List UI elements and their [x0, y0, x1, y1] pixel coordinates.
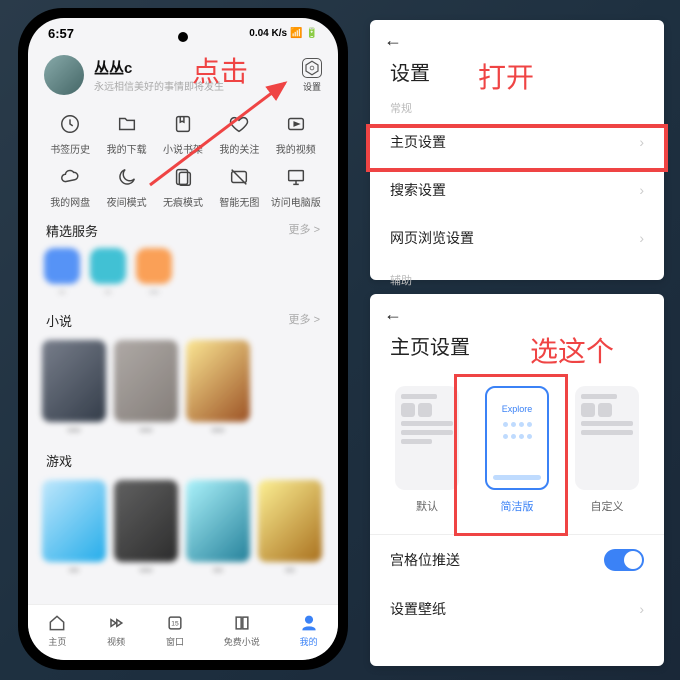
layout-preview	[575, 386, 639, 490]
novel-card[interactable]: ▪▪▪▪	[114, 340, 178, 435]
novel-card[interactable]: ▪▪▪▪	[42, 340, 106, 435]
app-icon[interactable]	[136, 248, 172, 284]
chevron-right-icon: ›	[639, 601, 644, 617]
category-label: 辅助	[370, 268, 664, 290]
my-follows[interactable]: 我的关注	[211, 111, 267, 156]
tab-windows[interactable]: 15窗口	[165, 613, 185, 648]
setting-grid-push[interactable]: 宫格位推送	[370, 535, 664, 585]
status-right: 0.04 K/s 📶🔋	[249, 26, 318, 41]
layout-preview	[395, 386, 459, 490]
profile-row[interactable]: 丛丛c 永远相信美好的事情即将发生 设置	[28, 45, 338, 105]
layout-custom[interactable]: 自定义	[575, 386, 639, 514]
novel-card[interactable]: ▪▪▪▪	[186, 340, 250, 435]
phone-frame: 6:57 0.04 K/s 📶🔋 丛丛c 永远相信美好的事情即将发生 设置 书签…	[18, 8, 348, 670]
app-icon[interactable]	[90, 248, 126, 284]
profile-text: 丛丛c 永远相信美好的事情即将发生	[94, 57, 224, 93]
svg-text:15: 15	[171, 621, 179, 628]
featured-apps: ▪▪ ▪▪ ▪▪▪	[28, 244, 338, 301]
back-button[interactable]: ←	[370, 294, 664, 327]
novel-shelf[interactable]: 小说书架	[155, 111, 211, 156]
setting-search[interactable]: 搜索设置›	[370, 166, 664, 214]
back-button[interactable]: ←	[370, 20, 664, 53]
game-card[interactable]: ▪▪▪	[42, 480, 106, 575]
night-mode[interactable]: 夜间模式	[98, 164, 154, 209]
setting-browsing[interactable]: 网页浏览设置›	[370, 214, 664, 262]
gear-icon	[302, 58, 322, 78]
my-videos[interactable]: 我的视频	[268, 111, 324, 156]
desktop-mode[interactable]: 访问电脑版	[268, 164, 324, 209]
layout-default[interactable]: 默认	[395, 386, 459, 514]
incognito-mode[interactable]: 无痕模式	[155, 164, 211, 209]
profile-subtitle: 永远相信美好的事情即将发生	[94, 78, 224, 93]
tab-novels[interactable]: 免费小说	[224, 613, 260, 648]
novel-cards: ▪▪▪▪ ▪▪▪▪ ▪▪▪▪	[28, 334, 338, 441]
game-card[interactable]: ▪▪▪▪	[114, 480, 178, 575]
tab-home[interactable]: 主页	[47, 613, 67, 648]
more-link[interactable]: 更多 >	[289, 311, 320, 330]
layout-preview: Explore	[485, 386, 549, 490]
camera-hole	[178, 32, 188, 42]
featured-header: 精选服务 更多 >	[28, 211, 338, 244]
setting-homepage[interactable]: 主页设置›	[370, 118, 664, 166]
settings-panel: ← 设置 常规 主页设置› 搜索设置› 网页浏览设置› 辅助	[370, 20, 664, 280]
game-cards: ▪▪▪ ▪▪▪▪ ▪▪▪ ▪▪▪	[28, 474, 338, 581]
more-link[interactable]: 更多 >	[289, 221, 320, 240]
avatar[interactable]	[44, 55, 84, 95]
setting-wallpaper[interactable]: 设置壁纸 ›	[370, 585, 664, 633]
quick-actions-row2: 我的网盘 夜间模式 无痕模式 智能无图 访问电脑版	[28, 158, 338, 211]
bookmark-history[interactable]: 书签历史	[42, 111, 98, 156]
phone-screen: 6:57 0.04 K/s 📶🔋 丛丛c 永远相信美好的事情即将发生 设置 书签…	[28, 18, 338, 660]
tab-video[interactable]: 视频	[106, 613, 126, 648]
chevron-right-icon: ›	[639, 182, 644, 198]
tab-me[interactable]: 我的	[299, 613, 319, 648]
layout-options: 默认 Explore 简洁版 自定义	[370, 370, 664, 520]
game-card[interactable]: ▪▪▪	[186, 480, 250, 575]
chevron-right-icon: ›	[639, 134, 644, 150]
settings-button[interactable]: 设置	[302, 58, 322, 93]
chevron-right-icon: ›	[639, 230, 644, 246]
app-icon[interactable]	[44, 248, 80, 284]
category-label: 常规	[370, 96, 664, 118]
homepage-settings-panel: ← 主页设置 默认 Explore 简洁版	[370, 294, 664, 666]
profile-name: 丛丛c	[94, 57, 224, 78]
my-downloads[interactable]: 我的下载	[98, 111, 154, 156]
game-card[interactable]: ▪▪▪	[258, 480, 322, 575]
toggle-on[interactable]	[604, 549, 644, 571]
layout-simple[interactable]: Explore 简洁版	[485, 386, 549, 514]
my-cloud[interactable]: 我的网盘	[42, 164, 98, 209]
status-time: 6:57	[48, 26, 74, 41]
novel-header: 小说 更多 >	[28, 301, 338, 334]
panel-title: 主页设置	[370, 327, 664, 370]
quick-actions-row1: 书签历史 我的下载 小说书架 我的关注 我的视频	[28, 105, 338, 158]
smart-noimage[interactable]: 智能无图	[211, 164, 267, 209]
panel-title: 设置	[370, 53, 664, 96]
game-header: 游戏	[28, 441, 338, 474]
tab-bar: 主页 视频 15窗口 免费小说 我的	[28, 604, 338, 660]
